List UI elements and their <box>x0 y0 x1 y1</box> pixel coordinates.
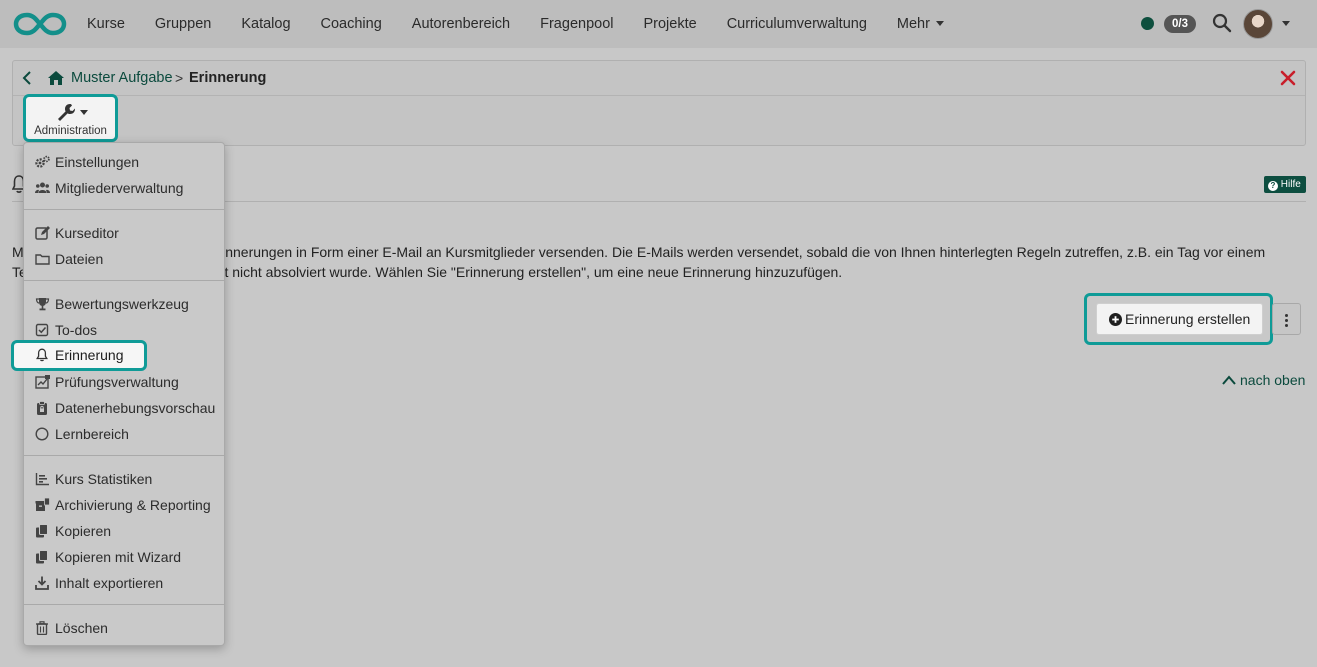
menu-item-label: To-dos <box>55 322 98 338</box>
menu-divider <box>24 280 224 281</box>
help-label: Hilfe <box>1280 179 1301 190</box>
nav-autorenbereich[interactable]: Autorenbereich <box>397 0 525 48</box>
menu-item-label: Löschen <box>55 620 108 636</box>
menu-divider <box>24 455 224 456</box>
caret-down-icon <box>935 21 944 26</box>
folder-icon <box>35 254 50 265</box>
download-icon <box>35 576 49 590</box>
menu-divider <box>24 604 224 605</box>
nav-mehr-label: Mehr <box>896 16 930 32</box>
menu-item-kurseditor[interactable]: Kurseditor <box>24 221 224 245</box>
back-to-top-link[interactable]: nach oben <box>1222 372 1305 388</box>
menu-item-erinnerung[interactable]: Erinnerung <box>24 343 144 367</box>
circle-icon <box>35 427 49 441</box>
search-icon[interactable] <box>1212 13 1232 33</box>
menu-item-kurs-statistiken[interactable]: Kurs Statistiken <box>24 467 224 491</box>
create-reminder-label: Erinnerung erstellen <box>1125 311 1251 327</box>
nav-projekte[interactable]: Projekte <box>628 0 711 48</box>
menu-item-label: Kopieren mit Wizard <box>55 549 182 565</box>
copy-icon <box>36 524 48 538</box>
nav-mehr[interactable]: Mehr <box>882 0 959 48</box>
menu-item-kopieren-mit-wizard[interactable]: Kopieren mit Wizard <box>24 545 224 569</box>
close-icon[interactable] <box>1280 70 1296 86</box>
administration-dropdown-menu: Einstellungen Mitgliederverwaltung Kurse… <box>23 142 225 646</box>
clipboard-lock-icon <box>37 401 47 415</box>
menu-item-label: Archivierung & Reporting <box>55 497 211 513</box>
administration-button[interactable]: Administration <box>23 94 118 142</box>
menu-item-label: Lernbereich <box>55 426 129 442</box>
nav-kurse[interactable]: Kurse <box>72 0 140 48</box>
help-button[interactable]: ? Hilfe <box>1264 176 1306 193</box>
back-to-top-label: nach oben <box>1240 372 1306 388</box>
users-icon <box>35 182 50 193</box>
menu-item-label: Bewertungswerkzeug <box>55 296 189 312</box>
edit-icon <box>35 226 50 240</box>
menu-item-bewertungswerkzeug[interactable]: Bewertungswerkzeug <box>24 292 224 316</box>
menu-item-label: Inhalt exportieren <box>55 575 164 591</box>
question-circle-icon: ? <box>1268 181 1278 191</box>
breadcrumb-separator: > <box>175 70 184 86</box>
user-avatar[interactable] <box>1243 9 1273 39</box>
chevron-left-icon[interactable] <box>21 71 33 85</box>
more-options-button[interactable] <box>1272 303 1301 335</box>
nav-coaching[interactable]: Coaching <box>306 0 397 48</box>
menu-item-archivierung-reporting[interactable]: Archivierung & Reporting <box>24 493 224 517</box>
menu-item-label: Kurseditor <box>55 225 119 241</box>
menu-item-label: Dateien <box>55 251 104 267</box>
menu-item-label: Prüfungsverwaltung <box>55 374 179 390</box>
trophy-icon <box>35 298 50 311</box>
menu-divider <box>24 209 224 210</box>
menu-item-loeschen[interactable]: Löschen <box>24 616 224 640</box>
chart-bar-icon <box>35 473 49 486</box>
kebab-dot-icon <box>1285 314 1288 317</box>
online-status-dot[interactable] <box>1141 17 1154 30</box>
menu-item-lernbereich[interactable]: Lernbereich <box>24 422 224 446</box>
cogs-icon <box>35 155 50 168</box>
menu-item-einstellungen[interactable]: Einstellungen <box>24 150 224 174</box>
plus-circle-icon <box>1109 313 1122 326</box>
main-nav: Kurse Gruppen Katalog Coaching Autorenbe… <box>72 0 959 48</box>
infinity-logo-icon[interactable] <box>13 11 67 37</box>
breadcrumb-course-link[interactable]: Muster Aufgabe <box>71 70 173 86</box>
chevron-up-icon <box>1222 375 1236 385</box>
menu-item-label: Erinnerung <box>55 347 124 363</box>
menu-item-mitgliederverwaltung[interactable]: Mitgliederverwaltung <box>24 176 224 200</box>
course-toolbar-panel: Muster Aufgabe > Erinnerung <box>12 60 1306 146</box>
nav-katalog[interactable]: Katalog <box>226 0 305 48</box>
archive-icon <box>35 498 50 511</box>
exam-icon <box>35 375 50 389</box>
nav-fragenpool[interactable]: Fragenpool <box>525 0 628 48</box>
menu-item-datenerhebungsvorschau[interactable]: Datenerhebungsvorschau <box>24 396 224 420</box>
trash-icon <box>36 621 48 635</box>
menu-item-label: Datenerhebungsvorschau <box>55 400 216 416</box>
check-square-icon <box>35 323 49 337</box>
kebab-dot-icon <box>1285 324 1288 327</box>
wrench-icon <box>58 104 88 121</box>
menu-item-kopieren[interactable]: Kopieren <box>24 519 224 543</box>
menu-item-label: Kurs Statistiken <box>55 471 153 487</box>
menu-item-pruefungsverwaltung[interactable]: Prüfungsverwaltung <box>24 370 224 394</box>
menu-item-todos[interactable]: To-dos <box>24 318 224 342</box>
breadcrumb-current: Erinnerung <box>189 70 267 86</box>
avatar-caret-down-icon[interactable] <box>1282 21 1290 26</box>
create-reminder-button[interactable]: Erinnerung erstellen <box>1096 303 1263 335</box>
top-navbar: Kurse Gruppen Katalog Coaching Autorenbe… <box>0 0 1317 48</box>
copy-wizard-icon <box>36 550 48 564</box>
menu-item-inhalt-exportieren[interactable]: Inhalt exportieren <box>24 571 224 595</box>
administration-label: Administration <box>34 125 107 137</box>
menu-item-label: Kopieren <box>55 523 112 539</box>
home-icon[interactable] <box>47 70 65 86</box>
notification-count-badge[interactable]: 0/3 <box>1164 15 1196 33</box>
nav-gruppen[interactable]: Gruppen <box>140 0 226 48</box>
panel-divider <box>13 95 1305 96</box>
menu-item-dateien[interactable]: Dateien <box>24 247 224 271</box>
bell-icon <box>36 348 48 362</box>
menu-item-label: Einstellungen <box>55 154 140 170</box>
menu-item-label: Mitgliederverwaltung <box>55 180 184 196</box>
kebab-dot-icon <box>1285 319 1288 322</box>
nav-curriculumverwaltung[interactable]: Curriculumverwaltung <box>712 0 882 48</box>
